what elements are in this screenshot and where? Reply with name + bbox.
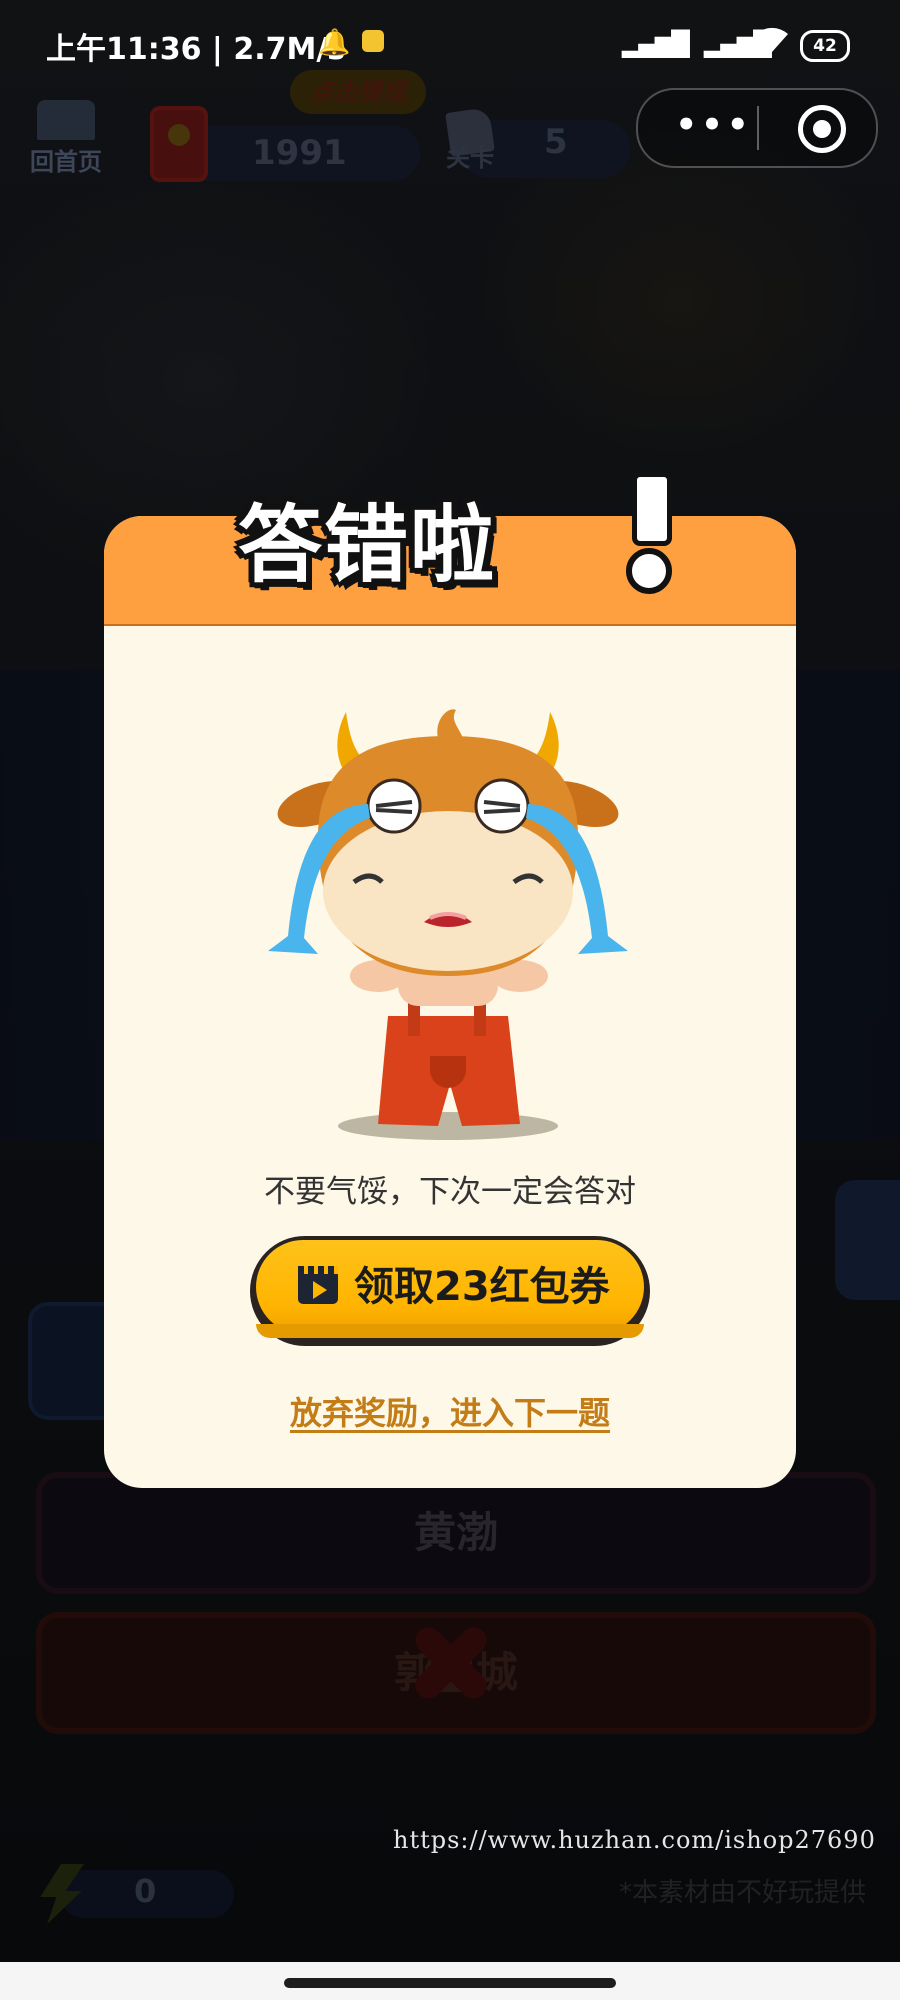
capsule-divider: [757, 106, 759, 150]
claim-reward-button[interactable]: 领取23红包券: [250, 1236, 650, 1346]
more-menu-button[interactable]: •••: [666, 90, 762, 166]
watermark-url: https://www.huzhan.com/ishop27690: [393, 1826, 876, 1854]
bell-icon: 🔔: [318, 28, 351, 58]
wifi-icon: [752, 24, 792, 62]
status-bar: 上午11:36 | 2.7M/s 🔔 ▂▄▆█ ✆ ▂▄▆█ 42: [0, 0, 900, 86]
home-indicator[interactable]: [284, 1978, 616, 1988]
claim-button-label: 领取23红包券: [354, 1264, 610, 1310]
video-icon: [298, 1266, 338, 1304]
system-nav-bar: [0, 1962, 900, 2000]
status-time: 上午11:36 | 2.7M/s: [46, 32, 346, 67]
encourage-message: 不要气馁，下次一定会答对: [264, 1174, 636, 1210]
exclamation-icon: [626, 472, 672, 594]
dialog-title: 答错啦: [238, 468, 678, 594]
miniprogram-capsule: •••: [636, 88, 878, 168]
call-icon: ✆: [666, 30, 690, 63]
crying-cow-mascot: [268, 709, 628, 1140]
battery-icon: 42: [800, 30, 850, 62]
dialog-title-text: 答错啦: [238, 496, 497, 594]
skip-reward-link[interactable]: 放弃奖励，进入下一题: [104, 1388, 796, 1434]
app-notification-icon: [362, 30, 384, 52]
close-miniprogram-button[interactable]: [798, 105, 846, 153]
